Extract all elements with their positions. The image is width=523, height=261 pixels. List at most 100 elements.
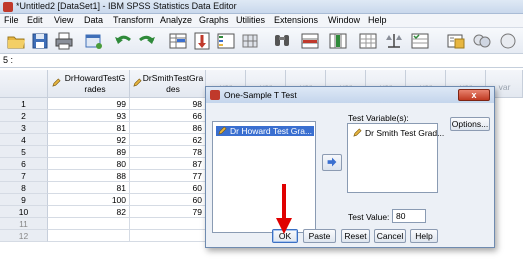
spss-dialog-icon [210,90,220,100]
dialog-close-button[interactable]: x [458,89,490,101]
test-variables-label: Test Variable(s): [348,113,409,123]
menu-help[interactable]: Help [368,15,387,25]
use-variable-sets-icon[interactable] [472,31,492,51]
undo-icon[interactable] [113,31,133,51]
menu-extensions[interactable]: Extensions [274,15,318,25]
row-number[interactable]: 7 [0,170,48,182]
row-number[interactable]: 4 [0,134,48,146]
show-all-variables-icon[interactable] [498,31,518,51]
table-cell[interactable]: 60 [130,194,206,206]
open-folder-icon[interactable] [6,31,26,51]
column-header-line1: DrHowardTestG [64,73,126,83]
source-variable-list[interactable]: Dr Howard Test Gra... [212,121,316,233]
row-number[interactable]: 1 [0,98,48,110]
insert-cases-icon[interactable] [300,31,320,51]
menu-utilities[interactable]: Utilities [236,15,265,25]
dialog-title: One-Sample T Test [224,90,297,100]
close-icon: x [471,90,477,100]
row-number[interactable]: 11 [0,218,48,230]
table-cell[interactable] [130,230,206,242]
red-arrow-icon [276,184,292,234]
menu-edit[interactable]: Edit [27,15,43,25]
cancel-button[interactable]: Cancel [374,229,406,243]
row-number[interactable]: 3 [0,122,48,134]
variables-icon[interactable] [216,31,236,51]
table-cell[interactable]: 66 [130,110,206,122]
table-cell[interactable]: 77 [130,170,206,182]
table-cell[interactable]: 86 [130,122,206,134]
dialog-recall-icon[interactable] [84,31,104,51]
table-cell[interactable]: 62 [130,134,206,146]
table-cell[interactable]: 99 [48,98,130,110]
menu-window[interactable]: Window [328,15,360,25]
column-header-drsmithtestgrades[interactable]: DrSmithTestGra des [130,70,206,98]
test-variable-item[interactable]: Dr Smith Test Grad... [351,128,446,138]
goto-variable-icon[interactable] [192,31,212,51]
table-cell[interactable]: 93 [48,110,130,122]
one-sample-t-test-dialog: One-Sample T Test x Dr Howard Test Gra..… [205,86,495,248]
reset-button[interactable]: Reset [341,229,370,243]
grid-icon[interactable] [240,31,260,51]
right-arrow-icon [327,157,337,167]
table-cell[interactable] [48,230,130,242]
menu-file[interactable]: File [4,15,19,25]
help-button[interactable]: Help [410,229,438,243]
redo-icon[interactable] [137,31,157,51]
menu-transform[interactable]: Transform [113,15,154,25]
title-bar: *Untitled2 [DataSet1] - IBM SPSS Statist… [0,0,523,14]
row-number[interactable]: 5 [0,146,48,158]
row-number[interactable]: 10 [0,206,48,218]
row-number[interactable]: 12 [0,230,48,242]
value-labels-icon[interactable] [446,31,466,51]
table-cell[interactable]: 98 [130,98,206,110]
table-cell[interactable]: 92 [48,134,130,146]
test-variables-list[interactable]: Dr Smith Test Grad... [347,123,444,193]
paste-button[interactable]: Paste [303,229,336,243]
table-cell[interactable]: 82 [48,206,130,218]
select-cases-icon[interactable] [410,31,430,51]
options-button[interactable]: Options... [450,117,490,131]
window-title: *Untitled2 [DataSet1] - IBM SPSS Statist… [16,1,237,11]
column-header-line2: des [166,84,180,94]
row-number[interactable]: 2 [0,110,48,122]
goto-case-icon[interactable] [168,31,188,51]
menu-data[interactable]: Data [84,15,103,25]
table-cell[interactable]: 60 [130,182,206,194]
table-cell[interactable]: 89 [48,146,130,158]
scale-pencil-icon [133,78,142,87]
test-value-input[interactable]: 80 [392,209,426,223]
source-variable-label: Dr Howard Test Gra... [230,126,313,136]
cell-reference-bar: 5 : [0,54,523,68]
print-icon[interactable] [54,31,74,51]
table-cell[interactable]: 88 [48,170,130,182]
split-file-icon[interactable] [358,31,378,51]
menu-graphs[interactable]: Graphs [199,15,229,25]
column-header-line1: DrSmithTestGra [142,73,204,83]
source-variable-item[interactable]: Dr Howard Test Gra... [216,126,315,136]
weight-cases-icon[interactable] [384,31,404,51]
table-cell[interactable]: 79 [130,206,206,218]
table-cell[interactable] [130,218,206,230]
row-number[interactable]: 6 [0,158,48,170]
table-cell[interactable]: 87 [130,158,206,170]
scale-pencil-icon [52,78,61,87]
toolbar [0,28,523,54]
column-header-line2: rades [84,84,106,94]
insert-variable-icon[interactable] [328,31,348,51]
table-cell[interactable]: 81 [48,122,130,134]
move-variable-button[interactable] [322,154,342,171]
table-cell[interactable] [48,218,130,230]
table-cell[interactable]: 100 [48,194,130,206]
column-header-drhowardtestgrades[interactable]: DrHowardTestG rades [48,70,130,98]
menu-view[interactable]: View [54,15,73,25]
cell-reference: 5 : [3,55,14,65]
table-cell[interactable]: 81 [48,182,130,194]
table-cell[interactable]: 78 [130,146,206,158]
save-icon[interactable] [30,31,50,51]
menu-analyze[interactable]: Analyze [160,15,192,25]
find-icon[interactable] [272,31,292,51]
spss-app-icon [3,2,13,12]
row-number[interactable]: 9 [0,194,48,206]
row-number[interactable]: 8 [0,182,48,194]
table-cell[interactable]: 80 [48,158,130,170]
